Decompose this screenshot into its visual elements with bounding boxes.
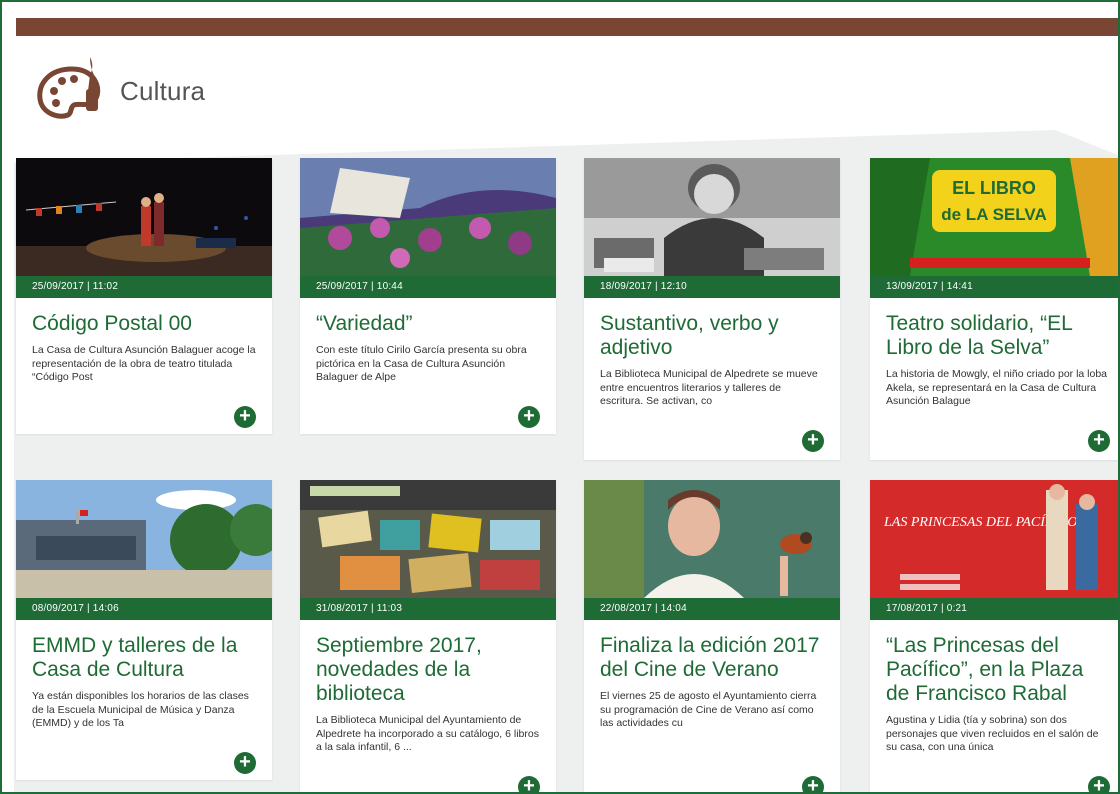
card-excerpt: La Casa de Cultura Asunción Balaguer aco… xyxy=(32,344,256,383)
card-date: 08/09/2017 | 14:06 xyxy=(16,598,272,620)
card-date: 13/09/2017 | 14:41 xyxy=(870,276,1118,298)
news-card[interactable]: EL LIBRO de LA SELVA 13/09/2017 | 14:41 … xyxy=(870,158,1118,460)
plus-circle-icon[interactable]: + xyxy=(1088,776,1110,792)
card-date: 22/08/2017 | 14:04 xyxy=(584,598,840,620)
card-image[interactable] xyxy=(584,480,840,598)
plus-circle-icon[interactable]: + xyxy=(234,406,256,428)
plus-circle-icon[interactable]: + xyxy=(802,430,824,452)
news-card[interactable]: 25/09/2017 | 10:44 “Variedad” Con este t… xyxy=(300,158,556,434)
card-date: 17/08/2017 | 0:21 xyxy=(870,598,1118,620)
news-card[interactable]: 22/08/2017 | 14:04 Finaliza la edición 2… xyxy=(584,480,840,792)
card-excerpt: La Biblioteca Municipal de Alpedrete se … xyxy=(600,368,818,407)
card-title[interactable]: Teatro solidario, “EL Libro de la Selva” xyxy=(886,312,1110,360)
card-image[interactable] xyxy=(584,158,840,276)
section-title: Cultura xyxy=(120,75,206,106)
palette-icon xyxy=(37,57,101,119)
card-title[interactable]: Septiembre 2017, novedades de la bibliot… xyxy=(316,634,540,706)
card-title[interactable]: Sustantivo, verbo y adjetivo xyxy=(600,312,824,360)
card-date: 25/09/2017 | 11:02 xyxy=(16,276,272,298)
card-image[interactable]: LAS PRINCESAS DEL PACÍFICO xyxy=(870,480,1118,598)
news-card[interactable]: 18/09/2017 | 12:10 Sustantivo, verbo y a… xyxy=(584,158,840,460)
card-date: 25/09/2017 | 10:44 xyxy=(300,276,556,298)
card-title[interactable]: “Variedad” xyxy=(316,312,540,336)
plus-circle-icon[interactable]: + xyxy=(518,776,540,792)
card-excerpt: El viernes 25 de agosto el Ayuntamiento … xyxy=(600,690,817,729)
card-image[interactable] xyxy=(300,158,556,276)
news-card[interactable]: 31/08/2017 | 11:03 Septiembre 2017, nove… xyxy=(300,480,556,792)
card-image[interactable] xyxy=(16,480,272,598)
card-excerpt: Ya están disponibles los horarios de las… xyxy=(32,690,249,729)
plus-circle-icon[interactable]: + xyxy=(802,776,824,792)
card-image[interactable] xyxy=(300,480,556,598)
card-excerpt: La Biblioteca Municipal del Ayuntamiento… xyxy=(316,714,539,753)
plus-circle-icon[interactable]: + xyxy=(518,406,540,428)
top-color-bar xyxy=(16,18,1118,36)
selva-title-line2: de LA SELVA xyxy=(941,205,1046,224)
page-frame: Cultura 25/09/2017 | 11:02 Código Postal… xyxy=(0,0,1120,794)
news-card[interactable]: LAS PRINCESAS DEL PACÍFICO 17/08/2017 | … xyxy=(870,480,1118,792)
card-title[interactable]: EMMD y talleres de la Casa de Cultura xyxy=(32,634,256,682)
card-title[interactable]: Código Postal 00 xyxy=(32,312,256,336)
card-title[interactable]: Finaliza la edición 2017 del Cine de Ver… xyxy=(600,634,824,682)
card-excerpt: La historia de Mowgly, el niño criado po… xyxy=(886,368,1108,407)
card-excerpt: Con este título Cirilo García presenta s… xyxy=(316,344,527,383)
plus-circle-icon[interactable]: + xyxy=(1088,430,1110,452)
card-image[interactable] xyxy=(16,158,272,276)
section-header: Cultura xyxy=(32,46,205,136)
card-image[interactable]: EL LIBRO de LA SELVA xyxy=(870,158,1118,276)
card-title[interactable]: “Las Princesas del Pacífico”, en la Plaz… xyxy=(886,634,1110,706)
card-excerpt: Agustina y Lidia (tía y sobrina) son dos… xyxy=(886,714,1099,753)
card-date: 31/08/2017 | 11:03 xyxy=(300,598,556,620)
plus-circle-icon[interactable]: + xyxy=(234,752,256,774)
card-date: 18/09/2017 | 12:10 xyxy=(584,276,840,298)
news-card[interactable]: 25/09/2017 | 11:02 Código Postal 00 La C… xyxy=(16,158,272,434)
news-card[interactable]: 08/09/2017 | 14:06 EMMD y talleres de la… xyxy=(16,480,272,780)
selva-title-line1: EL LIBRO xyxy=(952,178,1036,198)
